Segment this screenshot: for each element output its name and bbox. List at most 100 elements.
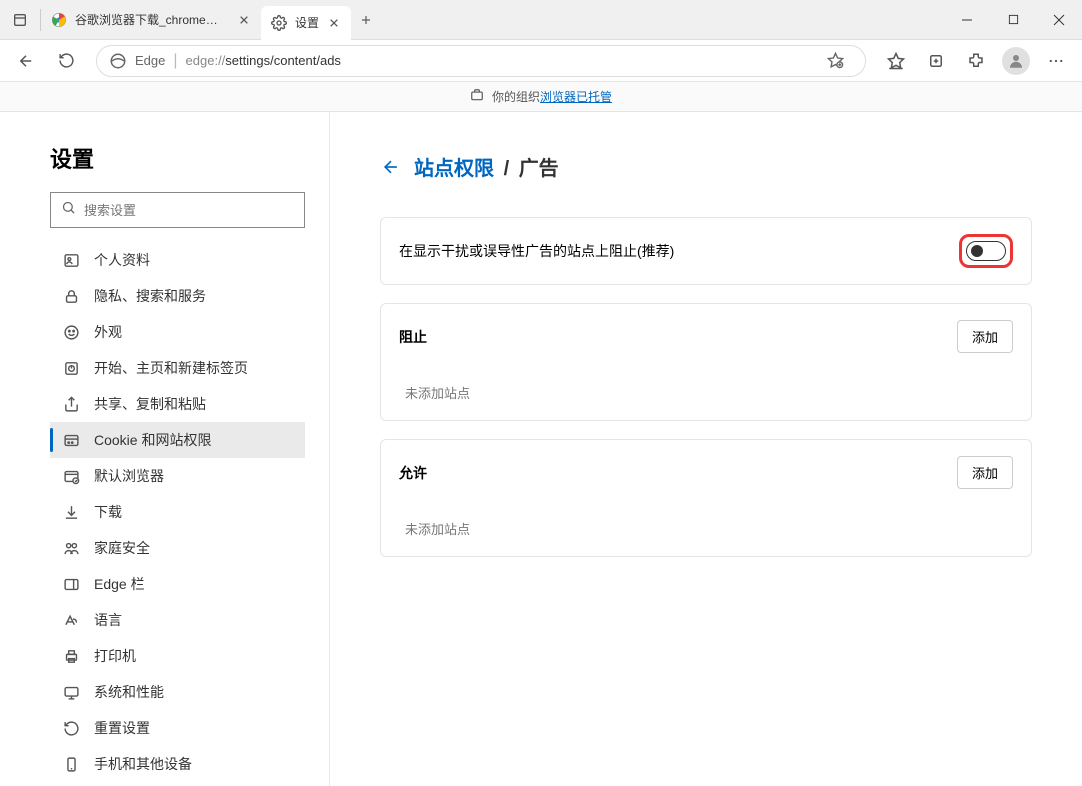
sidebar-item-label: 手机和其他设备: [94, 754, 192, 774]
sidebar-item-reset[interactable]: 重置设置: [50, 710, 305, 746]
edge-logo-icon: [109, 52, 127, 70]
block-title: 阻止: [399, 327, 427, 347]
search-icon: [61, 200, 76, 220]
extensions-icon[interactable]: [958, 43, 994, 79]
edgebar-icon: [62, 575, 80, 593]
new-tab-button[interactable]: [351, 5, 381, 35]
sidebar-item-lock[interactable]: 隐私、搜索和服务: [50, 278, 305, 314]
sidebar-item-browser[interactable]: 默认浏览器: [50, 458, 305, 494]
allow-empty-text: 未添加站点: [381, 505, 1031, 556]
sidebar-item-label: 个人资料: [94, 250, 150, 270]
sidebar-item-label: 共享、复制和粘贴: [94, 394, 206, 414]
tab-title: 谷歌浏览器下载_chrome浏览器官: [75, 11, 229, 28]
tab-actions-icon[interactable]: [0, 0, 40, 39]
sidebar-item-label: 开始、主页和新建标签页: [94, 358, 248, 378]
sidebar-item-appearance[interactable]: 外观: [50, 314, 305, 350]
sidebar-item-label: Cookie 和网站权限: [94, 430, 211, 450]
chrome-icon: [51, 12, 67, 28]
settings-content: 站点权限 / 广告 在显示干扰或误导性广告的站点上阻止(推荐) 阻止 添加 未添…: [330, 112, 1082, 786]
annotation-highlight: [959, 234, 1013, 268]
sidebar-item-edgebar[interactable]: Edge 栏: [50, 566, 305, 602]
title-bar: 谷歌浏览器下载_chrome浏览器官 设置: [0, 0, 1082, 40]
reset-icon: [62, 719, 80, 737]
lock-icon: [62, 287, 80, 305]
org-banner: 你的组织浏览器已托管: [0, 82, 1082, 112]
sidebar-item-language[interactable]: 语言: [50, 602, 305, 638]
block-ads-toggle[interactable]: [966, 241, 1006, 261]
sidebar-item-label: 系统和性能: [94, 682, 164, 702]
sidebar-item-profile[interactable]: 个人资料: [50, 242, 305, 278]
block-add-button[interactable]: 添加: [957, 320, 1013, 353]
sidebar-item-power[interactable]: 开始、主页和新建标签页: [50, 350, 305, 386]
address-url: edge://settings/content/ads: [186, 53, 341, 68]
breadcrumb-back-icon[interactable]: [380, 156, 402, 178]
allow-add-button[interactable]: 添加: [957, 456, 1013, 489]
block-ads-toggle-card: 在显示干扰或误导性广告的站点上阻止(推荐): [380, 217, 1032, 285]
address-bar[interactable]: Edge | edge://settings/content/ads: [96, 45, 866, 77]
block-header: 阻止 添加: [381, 304, 1031, 369]
more-menu-icon[interactable]: [1038, 43, 1074, 79]
breadcrumb-row: 站点权限 / 广告: [380, 152, 1032, 181]
title-bar-left: 谷歌浏览器下载_chrome浏览器官 设置: [0, 0, 381, 39]
settings-search-input[interactable]: [84, 203, 294, 218]
sidebar-item-label: 打印机: [94, 646, 136, 666]
sidebar-item-phone[interactable]: 手机和其他设备: [50, 746, 305, 782]
tab-chrome-download[interactable]: 谷歌浏览器下载_chrome浏览器官: [41, 4, 261, 36]
favorites-icon[interactable]: [878, 43, 914, 79]
briefcase-icon: [470, 88, 484, 105]
toggle-label: 在显示干扰或误导性广告的站点上阻止(推荐): [399, 241, 674, 261]
favorite-star-icon[interactable]: [817, 43, 853, 79]
allow-section-card: 允许 添加 未添加站点: [380, 439, 1032, 557]
org-banner-link[interactable]: 浏览器已托管: [540, 90, 612, 104]
sidebar-item-label: 外观: [94, 322, 122, 342]
cookie-icon: [62, 431, 80, 449]
system-icon: [62, 683, 80, 701]
profile-avatar[interactable]: [998, 43, 1034, 79]
appearance-icon: [62, 323, 80, 341]
tab-title: 设置: [295, 14, 319, 31]
tab-settings[interactable]: 设置: [261, 6, 351, 40]
close-tab-icon[interactable]: [237, 13, 251, 27]
breadcrumb-current: 广告: [519, 158, 559, 180]
sidebar-item-label: 隐私、搜索和服务: [94, 286, 206, 306]
sidebar-list: 个人资料隐私、搜索和服务外观开始、主页和新建标签页共享、复制和粘贴 Cookie …: [50, 242, 329, 786]
sidebar-item-label: 重置设置: [94, 718, 150, 738]
breadcrumb-parent[interactable]: 站点权限: [414, 158, 494, 180]
settings-search[interactable]: [50, 192, 305, 228]
settings-sidebar: 设置 个人资料隐私、搜索和服务外观开始、主页和新建标签页共享、复制和粘贴 Cook…: [0, 112, 330, 786]
sidebar-item-download[interactable]: 下载: [50, 494, 305, 530]
close-window-button[interactable]: [1036, 0, 1082, 39]
allow-header: 允许 添加: [381, 440, 1031, 505]
browser-icon: [62, 467, 80, 485]
block-section-card: 阻止 添加 未添加站点: [380, 303, 1032, 421]
printer-icon: [62, 647, 80, 665]
sidebar-item-system[interactable]: 系统和性能: [50, 674, 305, 710]
sidebar-item-label: Edge 栏: [94, 574, 145, 594]
sidebar-item-label: 默认浏览器: [94, 466, 164, 486]
sidebar-item-family[interactable]: 家庭安全: [50, 530, 305, 566]
sidebar-item-share[interactable]: 共享、复制和粘贴: [50, 386, 305, 422]
minimize-button[interactable]: [944, 0, 990, 39]
address-label: Edge: [135, 53, 165, 68]
power-icon: [62, 359, 80, 377]
close-tab-icon[interactable]: [327, 16, 341, 30]
sidebar-item-label: 语言: [94, 610, 122, 630]
sidebar-item-cookie[interactable]: Cookie 和网站权限: [50, 422, 305, 458]
download-icon: [62, 503, 80, 521]
sidebar-title: 设置: [50, 142, 329, 174]
phone-icon: [62, 755, 80, 773]
toggle-row: 在显示干扰或误导性广告的站点上阻止(推荐): [381, 218, 1031, 284]
collections-icon[interactable]: [918, 43, 954, 79]
allow-title: 允许: [399, 463, 427, 483]
maximize-button[interactable]: [990, 0, 1036, 39]
back-button[interactable]: [8, 43, 44, 79]
refresh-button[interactable]: [48, 43, 84, 79]
sidebar-item-label: 家庭安全: [94, 538, 150, 558]
profile-icon: [62, 251, 80, 269]
breadcrumb: 站点权限 / 广告: [414, 152, 559, 181]
sidebar-item-accessibility[interactable]: 辅助功能: [50, 782, 305, 786]
language-icon: [62, 611, 80, 629]
window-controls: [944, 0, 1082, 39]
sidebar-item-printer[interactable]: 打印机: [50, 638, 305, 674]
block-empty-text: 未添加站点: [381, 369, 1031, 420]
